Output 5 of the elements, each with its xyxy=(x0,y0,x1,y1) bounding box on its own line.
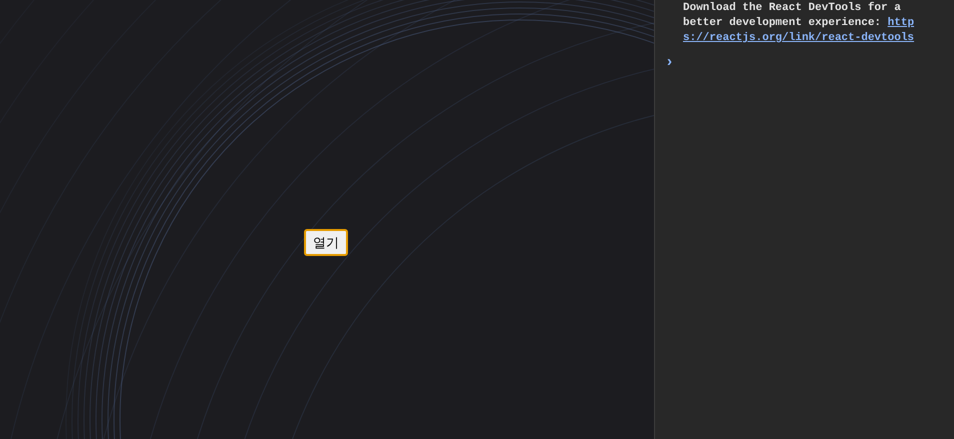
console-prompt[interactable]: › xyxy=(667,53,672,70)
open-button[interactable]: 열기 xyxy=(304,228,348,256)
devtools-link[interactable]: http xyxy=(888,17,914,29)
console-message: Download the React DevTools for a better development experience: http s://reactjs.org/link/react-devtools xyxy=(683,1,923,46)
devtools-link[interactable]: s://reactjs.org/link/react-devtools xyxy=(683,31,923,46)
